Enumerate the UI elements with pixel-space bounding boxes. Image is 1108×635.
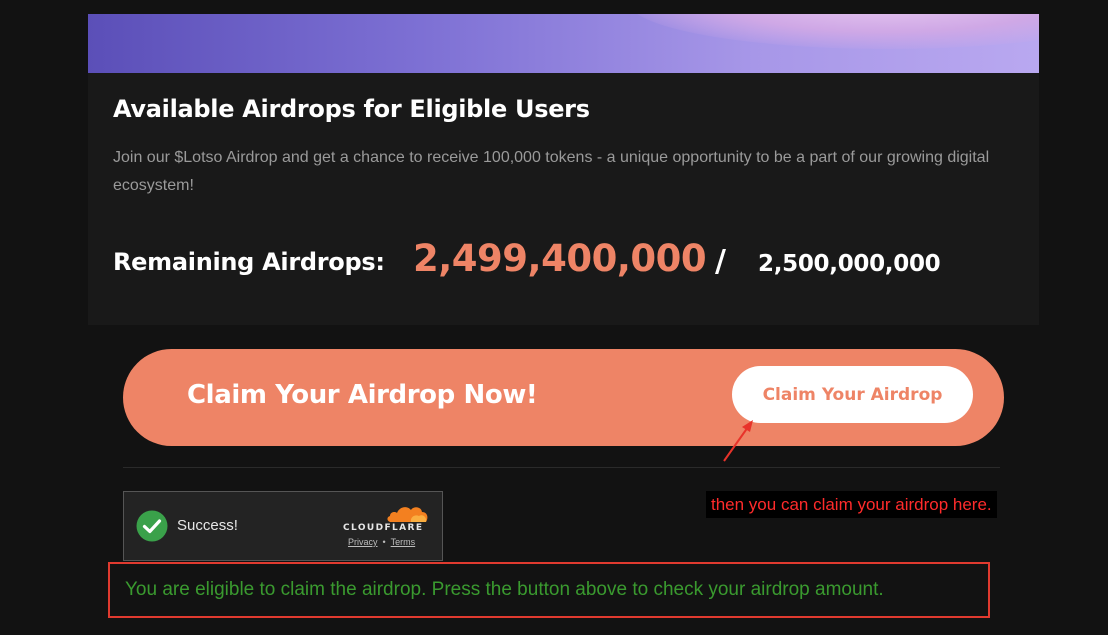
eligibility-highlight-box: You are eligible to claim the airdrop. P… [108,562,990,618]
privacy-link[interactable]: Privacy [348,537,378,547]
cloudflare-logo-icon [387,507,428,522]
cloudflare-captcha-widget: Success! CLOUDFLARE Privacy • Terms [123,491,443,561]
banner-glow [628,14,1039,49]
divider [123,467,1000,468]
card-title: Available Airdrops for Eligible Users [113,95,590,123]
link-separator: • [382,537,386,547]
remaining-value: 2,499,400,000 [413,237,707,280]
annotation-arrow-icon [723,420,753,462]
airdrop-card: Available Airdrops for Eligible Users Jo… [88,73,1039,325]
claim-airdrop-button[interactable]: Claim Your Airdrop [732,366,973,423]
eligibility-message: You are eligible to claim the airdrop. P… [125,579,884,600]
remaining-separator: / [715,244,726,279]
cloudflare-brand: CLOUDFLARE [343,523,424,533]
captcha-links: Privacy • Terms [348,537,415,547]
claim-banner: Claim Your Airdrop Now! Claim Your Airdr… [123,349,1004,446]
annotation-note: then you can claim your airdrop here. [706,491,997,518]
card-description: Join our $Lotso Airdrop and get a chance… [113,149,990,194]
terms-link[interactable]: Terms [391,537,416,547]
remaining-label: Remaining Airdrops: [113,248,385,276]
claim-banner-title: Claim Your Airdrop Now! [187,380,538,410]
check-circle-icon [136,510,168,542]
total-value: 2,500,000,000 [758,251,941,277]
captcha-status: Success! [177,517,238,534]
hero-banner-image [88,14,1039,73]
page: Available Airdrops for Eligible Users Jo… [0,0,1108,635]
